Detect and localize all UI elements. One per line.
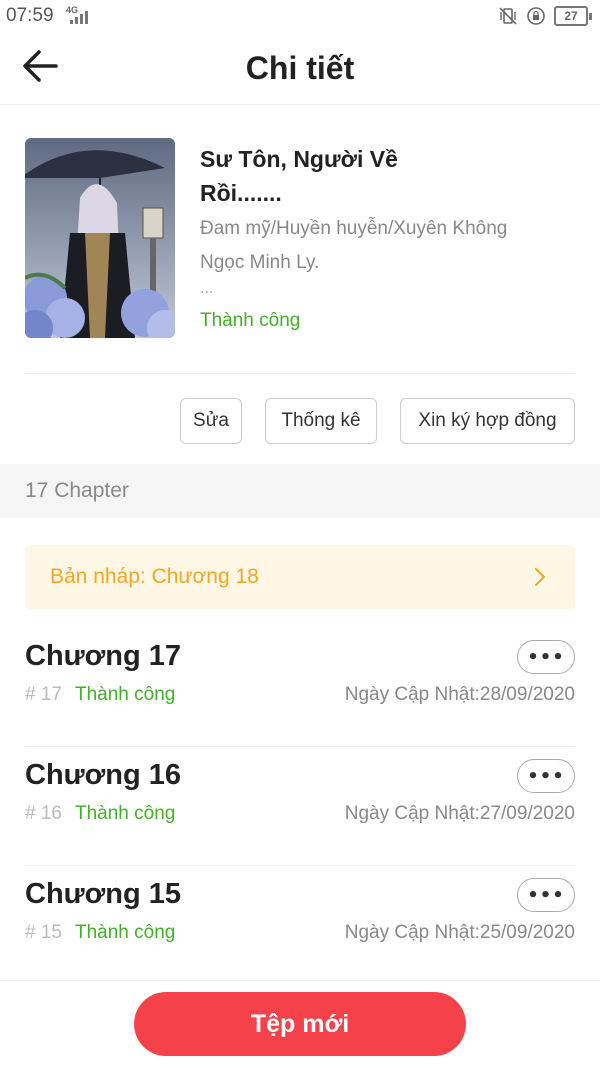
chapter-number: # 16 [25,803,62,824]
chapter-number: # 15 [25,922,62,943]
status-bar: 07:59 4G 27 [0,0,600,32]
chapter-row[interactable]: Chương 15 # 15 Thành công Ngày Cập Nhật:… [0,866,600,985]
page-title: Chi tiết [245,50,355,86]
more-options-button[interactable]: ••• [517,759,575,793]
chapter-update-date: Ngày Cập Nhật:28/09/2020 [344,684,575,705]
book-genre: Đam mỹ/Huyền huyễn/Xuyên Không [200,218,508,239]
chapter-status: Thành công [75,803,176,824]
book-title: Sư Tôn, Người Về Rồi....... [200,146,398,206]
top-bar: Chi tiết [0,32,600,105]
book-author: Ngọc Minh Ly. [200,252,320,273]
chapter-row[interactable]: Chương 16 # 16 Thành công Ngày Cập Nhật:… [0,747,600,866]
draft-row[interactable]: Bản nháp: Chương 18 [25,545,575,609]
divider [25,373,575,374]
more-ellipsis: ... [200,280,214,297]
vibrate-icon [499,7,517,25]
chapter-title: Chương 17 [25,640,182,672]
battery-icon: 27 [554,6,592,26]
chapter-title: Chương 16 [25,759,182,791]
chapter-title: Chương 15 [25,878,182,910]
chapter-number: # 17 [25,684,62,705]
new-file-button[interactable]: Tệp mới [134,992,466,1056]
lock-rotation-icon [527,7,545,25]
chapter-update-date: Ngày Cập Nhật:25/09/2020 [344,922,575,943]
bottom-bar: Tệp mới [0,980,600,1068]
chapter-row[interactable]: Chương 17 # 17 Thành công Ngày Cập Nhật:… [0,628,600,747]
chapter-count-section: 17 Chapter [0,464,600,518]
draft-label: Bản nháp: Chương 18 [50,565,259,588]
book-cover-image[interactable] [25,138,175,338]
edit-button[interactable]: Sửa [180,398,242,444]
more-options-button[interactable]: ••• [517,878,575,912]
chapter-count: 17 Chapter [25,479,129,502]
chapter-status: Thành công [75,684,176,705]
stats-button[interactable]: Thống kê [265,398,377,444]
book-status: Thành công [200,310,301,331]
status-time: 07:59 [6,5,54,26]
chevron-right-icon [535,568,545,586]
contract-request-button[interactable]: Xin ký hợp đồng [400,398,575,444]
chapter-update-date: Ngày Cập Nhật:27/09/2020 [344,803,575,824]
battery-level: 27 [554,6,588,26]
more-options-button[interactable]: ••• [517,640,575,674]
chapter-status: Thành công [75,922,176,943]
signal-icon [70,10,92,24]
